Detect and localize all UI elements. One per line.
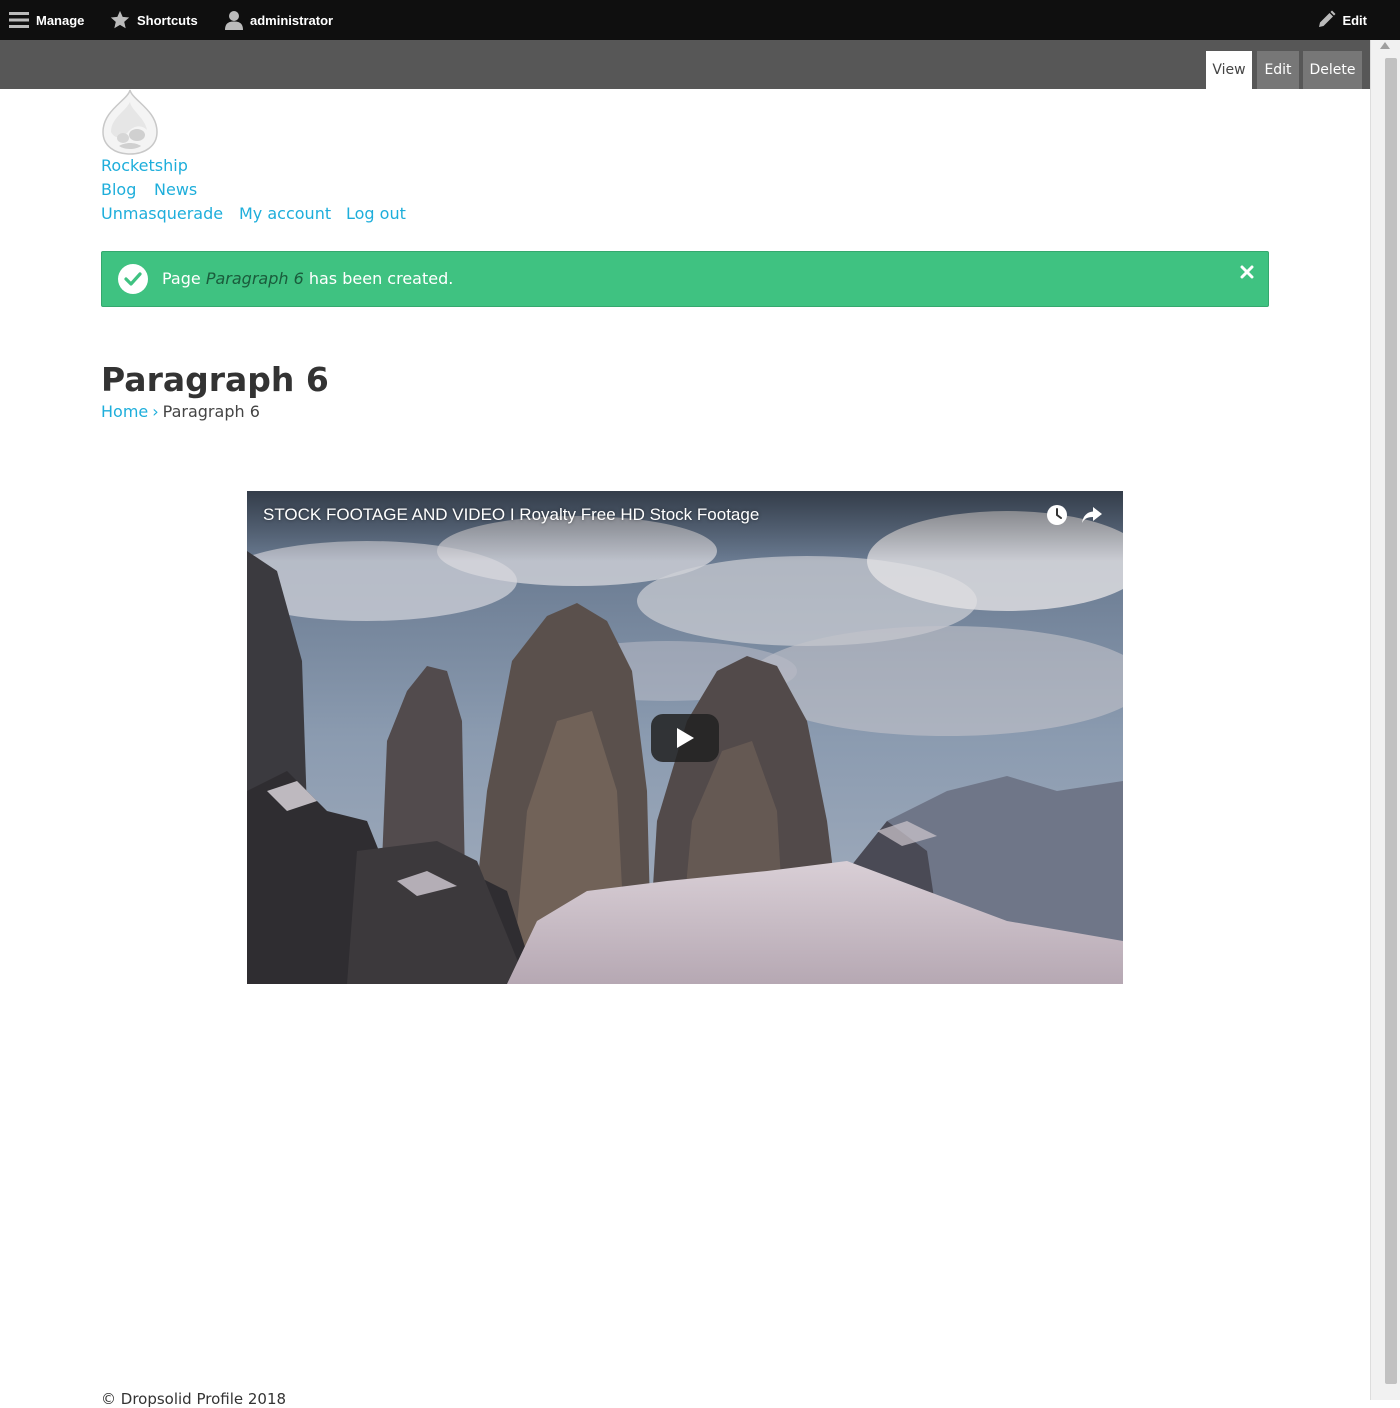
admin-toolbar: Manage Shortcuts administrator Edit [0,0,1400,40]
clock-icon[interactable] [1046,504,1068,526]
drupal-drop-icon[interactable] [101,88,159,156]
status-prefix: Page [162,269,206,288]
page-scrollbar[interactable] [1370,40,1400,1400]
close-icon[interactable] [1240,264,1254,283]
share-icon[interactable] [1081,504,1103,526]
video-title[interactable]: STOCK FOOTAGE AND VIDEO I Royalty Free H… [263,505,759,525]
scroll-up-arrow-icon[interactable] [1380,42,1390,49]
local-tasks-bar: View Edit Delete [0,40,1371,89]
main-nav-blog[interactable]: Blog [101,180,136,199]
status-node-title[interactable]: Paragraph 6 [206,269,304,288]
pencil-icon [1316,10,1336,30]
video-title-shade [247,491,1123,561]
account-nav-unmasquerade[interactable]: Unmasquerade [101,204,223,223]
breadcrumb-current: Paragraph 6 [162,402,260,421]
toolbar-edit[interactable]: Edit [1316,0,1367,40]
checkmark-icon [118,264,148,294]
footer-copyright: © Dropsolid Profile 2018 [101,1390,287,1408]
toolbar-manage-label: Manage [36,12,85,28]
tab-edit[interactable]: Edit [1257,51,1299,89]
play-icon[interactable] [651,714,719,762]
status-suffix: has been created. [303,269,454,288]
person-icon [224,9,244,31]
account-nav-my-account[interactable]: My account [239,204,331,223]
status-message: Page Paragraph 6 has been created. [101,251,1269,307]
breadcrumb-separator: › [152,402,159,421]
status-text: Page Paragraph 6 has been created. [162,269,453,288]
hamburger-icon [8,10,30,30]
tab-delete[interactable]: Delete [1303,51,1362,89]
toolbar-user[interactable]: administrator [224,0,333,40]
toolbar-shortcuts-label: Shortcuts [137,12,198,28]
star-icon [109,9,131,31]
toolbar-shortcuts[interactable]: Shortcuts [109,0,198,40]
breadcrumb: Home › Paragraph 6 [101,402,260,421]
video-embed[interactable]: STOCK FOOTAGE AND VIDEO I Royalty Free H… [247,491,1123,984]
page-title: Paragraph 6 [101,360,329,399]
toolbar-edit-label: Edit [1342,12,1367,28]
toolbar-manage[interactable]: Manage [8,0,84,40]
toolbar-user-label: administrator [250,12,334,28]
tab-view[interactable]: View [1206,51,1252,89]
site-name-link[interactable]: Rocketship [101,156,188,175]
account-nav-log-out[interactable]: Log out [346,204,406,223]
breadcrumb-home[interactable]: Home [101,402,148,421]
scroll-thumb[interactable] [1385,58,1397,1384]
main-nav-news[interactable]: News [154,180,197,199]
